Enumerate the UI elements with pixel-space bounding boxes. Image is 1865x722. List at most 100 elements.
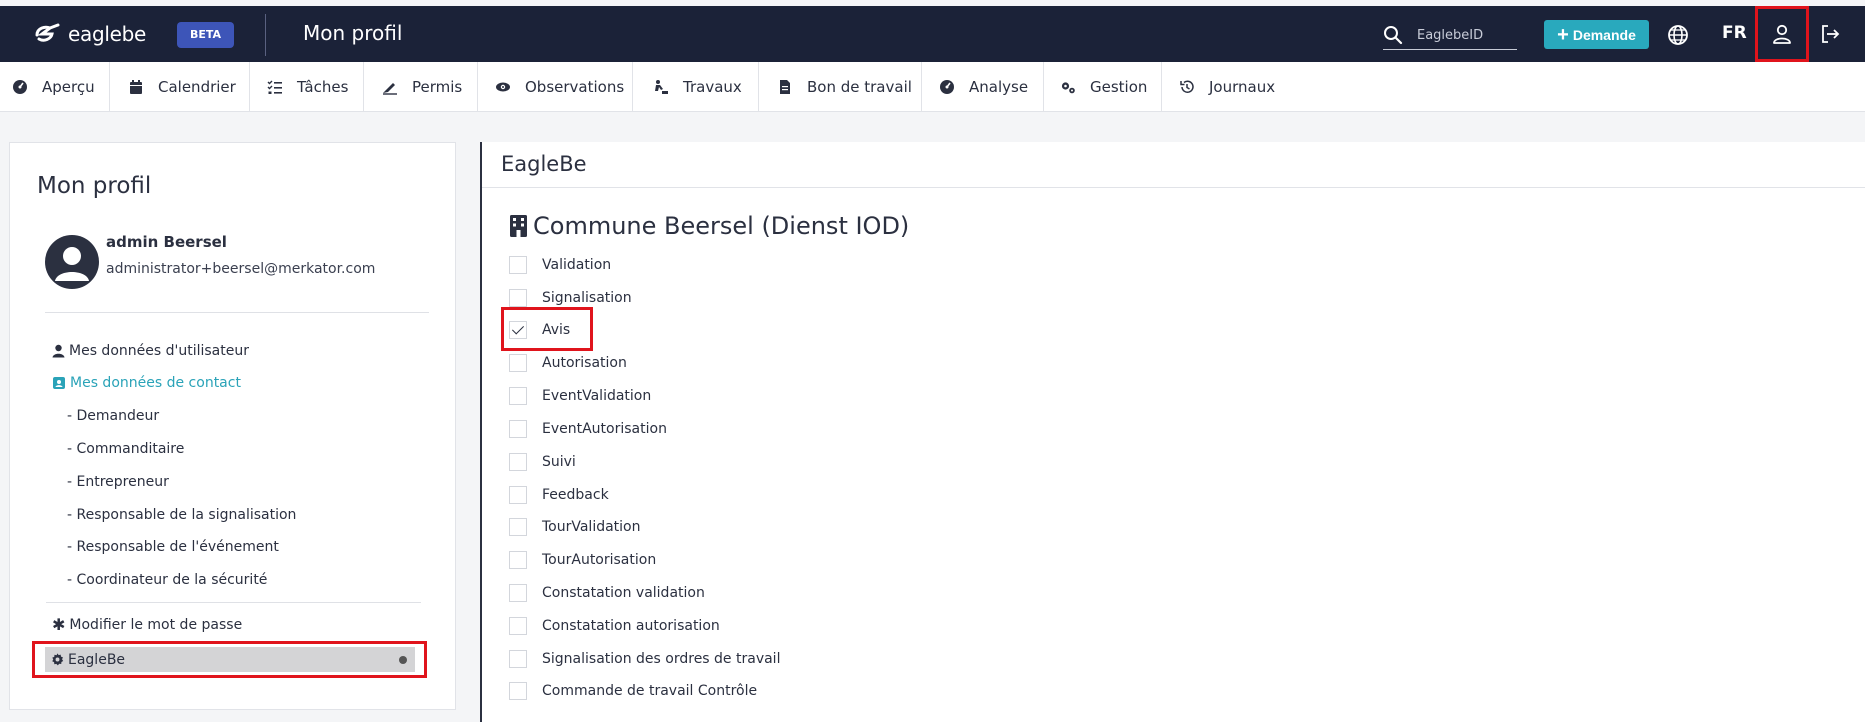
page-title: Mon profil — [303, 21, 403, 45]
commune-heading: Commune Beersel (Dienst IOD) — [510, 212, 909, 240]
header-divider — [265, 14, 266, 56]
settings-panel: EagleBe Commune Beersel (Dienst IOD) Val… — [480, 142, 1865, 722]
option-validation[interactable]: Validation — [509, 254, 611, 276]
logout-icon[interactable] — [1819, 23, 1841, 45]
top-bar: eaglebe BETA Mon profil + Demande FR — [0, 6, 1865, 62]
checkbox[interactable] — [509, 682, 527, 700]
nav-label: Calendrier — [158, 78, 236, 96]
checkbox[interactable] — [509, 650, 527, 668]
checkbox[interactable] — [509, 354, 527, 372]
nav-apercu[interactable]: Aperçu — [0, 62, 110, 112]
profile-card: Mon profil admin Beersel administrator+b… — [9, 142, 456, 710]
address-card-icon — [53, 377, 65, 389]
signature-icon — [383, 83, 397, 95]
divider — [46, 602, 421, 603]
option-constatation-validation[interactable]: Constatation validation — [509, 582, 705, 604]
user-name: admin Beersel — [106, 233, 227, 251]
worker-icon — [655, 80, 668, 94]
nav-bon-de-travail[interactable]: Bon de travail — [759, 62, 922, 112]
nav-journaux[interactable]: Journaux — [1162, 62, 1286, 112]
menu-label: Mes données d'utilisateur — [69, 343, 249, 359]
nav-label: Journaux — [1209, 78, 1276, 96]
option-autorisation[interactable]: Autorisation — [509, 352, 627, 374]
option-eventautorisation[interactable]: EventAutorisation — [509, 418, 667, 440]
profile-title: Mon profil — [37, 173, 152, 199]
document-icon — [780, 80, 790, 94]
nav-label: Gestion — [1090, 78, 1148, 96]
user-profile-button[interactable] — [1755, 6, 1809, 62]
option-label: TourValidation — [542, 519, 641, 535]
divider — [482, 187, 1865, 188]
checkbox[interactable] — [509, 420, 527, 438]
calendar-icon — [130, 80, 142, 94]
beta-badge: BETA — [177, 22, 235, 48]
gears-icon — [1061, 82, 1075, 94]
submenu-coordinateur-securite[interactable]: - Coordinateur de la sécurité — [67, 572, 267, 588]
nav-permis[interactable]: Permis — [364, 62, 478, 112]
option-label: Constatation autorisation — [542, 618, 720, 634]
gauge-icon — [13, 80, 27, 94]
option-label: Autorisation — [542, 355, 627, 371]
nav-label: Bon de travail — [807, 78, 912, 96]
nav-observations[interactable]: Observations — [478, 62, 633, 112]
globe-icon[interactable] — [1667, 24, 1689, 46]
checkbox[interactable] — [509, 584, 527, 602]
checkbox[interactable] — [509, 518, 527, 536]
user-icon — [52, 344, 65, 358]
option-avis[interactable]: Avis — [509, 319, 570, 341]
eaglebe-logo[interactable]: eaglebe — [34, 22, 146, 46]
nav-label: Travaux — [683, 78, 742, 96]
gauge-icon — [940, 80, 954, 94]
submenu-entrepreneur[interactable]: - Entrepreneur — [67, 474, 169, 490]
option-label: TourAutorisation — [542, 552, 657, 568]
checkbox-checked[interactable] — [509, 321, 527, 339]
logo-text: eaglebe — [68, 22, 147, 46]
menu-label: Mes données de contact — [70, 375, 241, 391]
nav-taches[interactable]: Tâches — [250, 62, 364, 112]
option-label: Avis — [542, 322, 571, 338]
option-label: EventValidation — [542, 388, 652, 404]
option-tourvalidation[interactable]: TourValidation — [509, 516, 641, 538]
panel-title: EagleBe — [501, 152, 587, 176]
submenu-commanditaire[interactable]: - Commanditaire — [67, 441, 184, 457]
language-selector[interactable]: FR — [1722, 23, 1747, 43]
checkbox[interactable] — [509, 453, 527, 471]
menu-user-data[interactable]: Mes données d'utilisateur — [52, 343, 249, 359]
nav-calendrier[interactable]: Calendrier — [110, 62, 250, 112]
checkbox[interactable] — [509, 551, 527, 569]
menu-eaglebe[interactable]: EagleBe — [45, 647, 415, 672]
option-label: EventAutorisation — [542, 421, 667, 437]
checkbox[interactable] — [509, 256, 527, 274]
submenu-responsable-evenement[interactable]: - Responsable de l'événement — [67, 539, 279, 555]
plus-icon: + — [1557, 23, 1569, 46]
option-label: Validation — [542, 257, 612, 273]
menu-contact-data[interactable]: Mes données de contact — [52, 375, 241, 391]
search-input[interactable] — [1417, 24, 1513, 46]
option-label: Commande de travail Contrôle — [542, 683, 758, 699]
checkbox[interactable] — [509, 617, 527, 635]
checkbox[interactable] — [509, 289, 527, 307]
option-commande-controle[interactable]: Commande de travail Contrôle — [509, 680, 757, 702]
checkbox[interactable] — [509, 387, 527, 405]
option-constatation-autorisation[interactable]: Constatation autorisation — [509, 615, 720, 637]
option-signalisation[interactable]: Signalisation — [509, 287, 632, 309]
history-icon — [1180, 80, 1194, 93]
option-feedback[interactable]: Feedback — [509, 484, 609, 506]
option-eventvalidation[interactable]: EventValidation — [509, 385, 651, 407]
nav-gestion[interactable]: Gestion — [1044, 62, 1162, 112]
option-suivi[interactable]: Suivi — [509, 451, 576, 473]
nav-analyse[interactable]: Analyse — [922, 62, 1044, 112]
checkbox[interactable] — [509, 486, 527, 504]
menu-change-password[interactable]: ✱ Modifier le mot de passe — [52, 615, 242, 634]
user-email: administrator+beersel@merkator.com — [106, 261, 376, 277]
cog-icon — [52, 653, 64, 666]
search-icon[interactable] — [1383, 25, 1403, 45]
eye-icon — [496, 82, 510, 92]
submenu-demandeur[interactable]: - Demandeur — [67, 408, 159, 424]
option-signalisation-ordres[interactable]: Signalisation des ordres de travail — [509, 648, 780, 670]
option-tourautorisation[interactable]: TourAutorisation — [509, 549, 656, 571]
nav-travaux[interactable]: Travaux — [633, 62, 759, 112]
menu-label: Modifier le mot de passe — [69, 616, 243, 633]
submenu-responsable-signalisation[interactable]: - Responsable de la signalisation — [67, 507, 296, 523]
demande-button[interactable]: + Demande — [1544, 20, 1649, 49]
